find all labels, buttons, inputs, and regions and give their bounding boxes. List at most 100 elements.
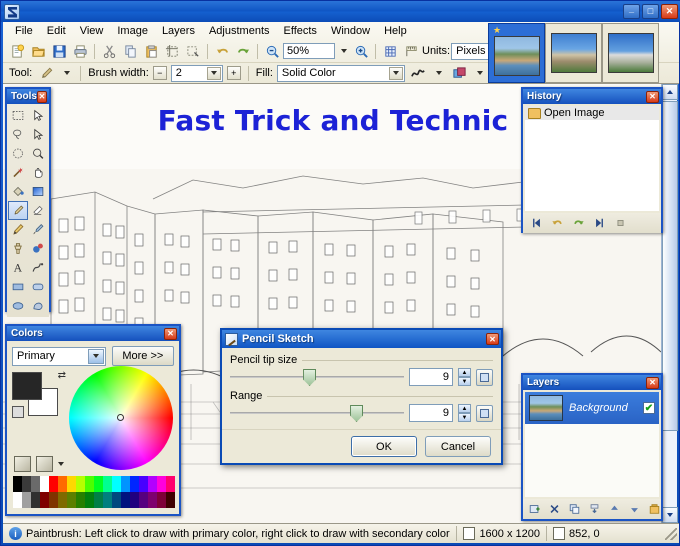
tool-zoom[interactable]	[28, 144, 48, 163]
layers-palette-close-button[interactable]: ✕	[646, 376, 659, 389]
swatch[interactable]	[112, 476, 121, 492]
zoom-combo[interactable]: 50%	[283, 43, 350, 59]
swatch[interactable]	[58, 492, 67, 508]
tool-lasso-select[interactable]	[8, 125, 28, 144]
tool-ellipse[interactable]	[8, 296, 28, 315]
crop-to-selection-button[interactable]	[162, 42, 182, 61]
tools-palette-close-button[interactable]: ✕	[36, 90, 47, 103]
palette-row-2[interactable]	[13, 492, 175, 508]
swatch[interactable]	[166, 476, 175, 492]
ok-button[interactable]: OK	[351, 436, 417, 457]
swatch[interactable]	[139, 492, 148, 508]
swatch[interactable]	[112, 492, 121, 508]
fill-select[interactable]: Solid Color	[276, 64, 405, 82]
layer-row-background[interactable]: Background ✔	[525, 392, 659, 424]
zoom-level-input[interactable]: 50%	[283, 43, 335, 59]
move-layer-down-button[interactable]	[627, 502, 642, 517]
range-reset-button[interactable]	[476, 404, 493, 422]
swatch[interactable]	[103, 476, 112, 492]
duplicate-layer-button[interactable]	[567, 502, 582, 517]
swap-colors-icon[interactable]: ⇄	[58, 370, 66, 381]
zoom-in-button[interactable]	[351, 42, 371, 61]
fill-dropdown-arrow[interactable]	[388, 66, 403, 80]
color-wheel[interactable]	[69, 366, 173, 470]
tool-paint-bucket[interactable]	[8, 182, 28, 201]
spinner-up-icon[interactable]: ▲	[458, 368, 471, 377]
menu-edit[interactable]: Edit	[40, 23, 73, 39]
swatch[interactable]	[148, 476, 157, 492]
palette-icon[interactable]	[36, 456, 53, 472]
history-clear-button[interactable]	[613, 216, 628, 231]
colors-palette-close-button[interactable]: ✕	[164, 327, 177, 340]
range-spinner[interactable]: ▲ ▼	[458, 404, 471, 422]
cut-button[interactable]	[99, 42, 119, 61]
range-slider[interactable]	[230, 404, 404, 422]
range-input[interactable]: 9	[409, 404, 453, 422]
swatch[interactable]	[22, 492, 31, 508]
layers-palette-titlebar[interactable]: Layers ✕	[523, 375, 661, 390]
tool-magic-wand[interactable]	[8, 163, 28, 182]
resize-grip[interactable]	[665, 527, 677, 540]
swatch[interactable]	[40, 476, 49, 492]
cancel-button[interactable]: Cancel	[425, 436, 491, 457]
grid-button[interactable]	[380, 42, 400, 61]
swatch[interactable]	[22, 476, 31, 492]
history-redo-button[interactable]	[571, 216, 586, 231]
swatch[interactable]	[130, 492, 139, 508]
history-item-open-image[interactable]: Open Image	[525, 106, 659, 120]
primary-color-swatch[interactable]	[12, 372, 42, 400]
swatch[interactable]	[49, 476, 58, 492]
menu-image[interactable]: Image	[110, 23, 155, 39]
tools-palette-titlebar[interactable]: Tools ✕	[7, 89, 49, 104]
dialog-close-button[interactable]: ✕	[486, 333, 499, 345]
swatch[interactable]	[148, 492, 157, 508]
spinner-down-icon[interactable]: ▼	[458, 377, 471, 386]
swatch[interactable]	[121, 476, 130, 492]
swatch[interactable]	[58, 476, 67, 492]
history-palette-close-button[interactable]: ✕	[646, 90, 659, 103]
brush-width-decrement[interactable]: −	[152, 66, 167, 80]
history-undo-button[interactable]	[550, 216, 565, 231]
tool-gradient[interactable]	[28, 182, 48, 201]
thumbnail-tower[interactable]	[602, 23, 659, 83]
tool-move-selected-pixels[interactable]	[28, 106, 48, 125]
tool-line-curve[interactable]	[28, 258, 48, 277]
tool-dropdown-button[interactable]	[60, 65, 73, 81]
swatch[interactable]	[157, 476, 166, 492]
tool-pencil[interactable]	[8, 220, 28, 239]
tool-ellipse-select[interactable]	[8, 144, 28, 163]
deselect-button[interactable]	[183, 42, 203, 61]
tool-move-selection[interactable]	[28, 125, 48, 144]
color-mode-select[interactable]: Primary	[12, 346, 106, 366]
slider-knob[interactable]	[350, 405, 364, 422]
swatch[interactable]	[31, 476, 40, 492]
tool-clone-stamp[interactable]	[8, 239, 28, 258]
menu-effects[interactable]: Effects	[277, 23, 324, 39]
swatch[interactable]	[85, 492, 94, 508]
zoom-dropdown-button[interactable]	[337, 43, 350, 59]
layer-visibility-checkbox[interactable]: ✔	[643, 402, 655, 414]
swatch[interactable]	[103, 492, 112, 508]
swatch[interactable]	[49, 492, 58, 508]
pencil-tip-size-slider[interactable]	[230, 368, 404, 386]
swatch[interactable]	[85, 476, 94, 492]
brush-width-dropdown-arrow[interactable]	[206, 66, 221, 80]
menu-help[interactable]: Help	[377, 23, 414, 39]
antialiasing-button[interactable]	[409, 64, 429, 83]
history-list[interactable]: Open Image	[525, 106, 659, 211]
add-layer-button[interactable]	[527, 502, 542, 517]
dialog-titlebar[interactable]: Pencil Sketch ✕	[222, 330, 501, 348]
color-wheel-cursor[interactable]	[117, 414, 124, 421]
antialiasing-dropdown-button[interactable]	[433, 65, 446, 81]
scroll-up-button[interactable]	[662, 84, 678, 100]
maximize-button[interactable]: □	[642, 4, 659, 19]
zoom-out-button[interactable]	[262, 42, 282, 61]
minimize-button[interactable]: _	[623, 4, 640, 19]
brush-width-input[interactable]: 2	[170, 64, 223, 82]
open-button[interactable]	[28, 42, 48, 61]
history-palette-titlebar[interactable]: History ✕	[523, 89, 661, 104]
pencil-tip-size-reset-button[interactable]	[476, 368, 493, 386]
menu-file[interactable]: File	[8, 23, 40, 39]
menu-layers[interactable]: Layers	[155, 23, 202, 39]
active-tool-button[interactable]	[36, 64, 56, 83]
